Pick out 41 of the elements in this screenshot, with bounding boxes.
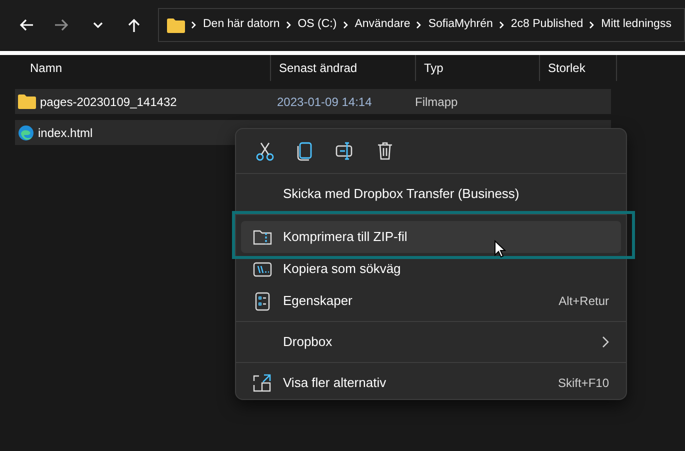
breadcrumb-item[interactable]: SofiaMyhrén bbox=[428, 16, 493, 34]
expand-icon bbox=[253, 374, 272, 392]
back-arrow-icon[interactable] bbox=[18, 17, 34, 33]
column-header[interactable]: Namn bbox=[1, 55, 271, 81]
breadcrumb-item[interactable]: OS (C:) bbox=[298, 16, 337, 34]
breadcrumb-item[interactable]: Användare bbox=[354, 16, 410, 34]
menu-item[interactable]: Komprimera till ZIP-fil bbox=[241, 221, 621, 253]
column-header[interactable]: Typ bbox=[416, 55, 540, 81]
menu-item[interactable]: Skicka med Dropbox Transfer (Business) bbox=[241, 178, 621, 210]
path-icon bbox=[253, 260, 272, 278]
up-arrow-icon[interactable] bbox=[126, 17, 142, 33]
column-header[interactable]: Storlek bbox=[540, 55, 617, 81]
menu-item[interactable]: Visa fler alternativ Skift+F10 bbox=[241, 367, 621, 399]
chevron-right-icon bbox=[589, 21, 596, 29]
column-header[interactable]: Senast ändrad bbox=[271, 55, 416, 81]
breadcrumb-item[interactable]: Den här datorn bbox=[203, 16, 280, 34]
chevron-right-icon bbox=[416, 21, 422, 29]
zip-folder-icon bbox=[253, 228, 272, 246]
chevron-right-icon bbox=[498, 21, 505, 29]
file-name[interactable]: pages-20230109_141432 bbox=[40, 92, 177, 110]
breadcrumb-item[interactable]: 2c8 Published bbox=[510, 16, 584, 34]
folder-icon bbox=[167, 18, 185, 32]
file-name[interactable]: index.html bbox=[38, 124, 93, 142]
shortcut-text: Skift+F10 bbox=[558, 375, 609, 392]
mouse-pointer-icon bbox=[494, 240, 506, 258]
cut-icon[interactable] bbox=[255, 141, 275, 161]
breadcrumb-item[interactable]: Mitt ledningss bbox=[601, 16, 672, 34]
menu-item[interactable]: Egenskaper Alt+Retur bbox=[241, 285, 621, 317]
browser-icon bbox=[18, 124, 34, 140]
menu-item[interactable]: Dropbox bbox=[241, 326, 621, 358]
rename-icon[interactable] bbox=[335, 141, 355, 161]
shortcut-text: Alt+Retur bbox=[558, 293, 609, 310]
properties-icon bbox=[253, 292, 272, 310]
file-row[interactable]: pages-20230109_141432 2023-01-09 14:14 Filmapp bbox=[15, 89, 611, 114]
folder-icon bbox=[18, 94, 36, 109]
date-text: 2023-01-09 14:14 bbox=[277, 94, 372, 108]
type-text: Filmapp bbox=[415, 94, 458, 110]
chevron-right-icon bbox=[191, 21, 197, 29]
trash-icon[interactable] bbox=[375, 141, 395, 161]
chevron-right-icon bbox=[342, 21, 349, 29]
chevron-right-icon bbox=[286, 21, 292, 29]
